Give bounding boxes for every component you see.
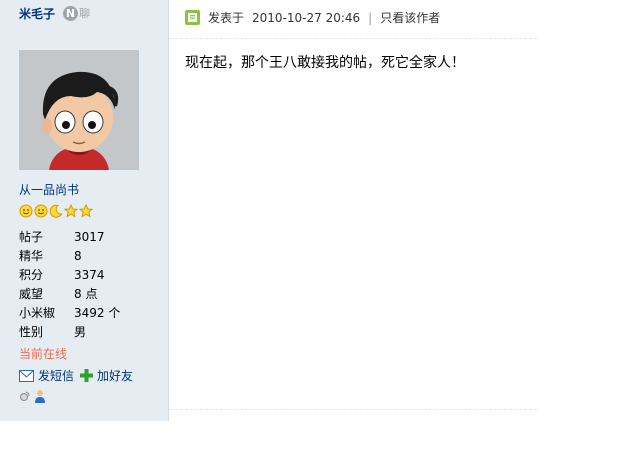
stat-value: 3374 <box>74 267 105 282</box>
footer-divider <box>170 409 537 410</box>
star-icon <box>79 204 93 218</box>
author-sidebar: 米毛子 N 聊 从一品尚书 帖子 3017 精华 8 积分 3374 威望 8 … <box>0 0 169 421</box>
moon-icon <box>49 204 63 218</box>
envelope-icon <box>19 369 34 382</box>
chat-icon[interactable]: N <box>63 5 79 21</box>
add-friend-button[interactable]: 加好友 <box>80 367 133 384</box>
stat-key: 性别 <box>19 325 44 339</box>
stat-value: 8 点 <box>74 287 98 301</box>
stat-value: 8 <box>74 248 82 263</box>
rank-stars <box>19 204 93 218</box>
star-icon <box>64 204 78 218</box>
post-timestamp: 2010-10-27 20:46 <box>252 10 361 25</box>
user-rank: 从一品尚书 <box>19 183 80 197</box>
stat-key: 帖子 <box>19 230 44 244</box>
stat-value: 3017 <box>74 229 105 244</box>
user-icon[interactable] <box>33 389 47 403</box>
meta-separator: | <box>368 10 373 25</box>
stat-key: 积分 <box>19 268 44 282</box>
feed-icon[interactable] <box>19 390 31 402</box>
stat-key: 威望 <box>19 287 44 301</box>
username-row: 米毛子 N 聊 <box>19 4 90 22</box>
stat-row: 积分 3374 <box>19 265 120 284</box>
post-content: 发表于 2010-10-27 20:46 | 只看该作者 现在起，那个王八敢接我… <box>170 0 537 421</box>
extra-icons <box>19 389 47 403</box>
send-message-label: 发短信 <box>38 369 75 383</box>
stat-row: 小米椒 3492 个 <box>19 303 120 322</box>
username-link[interactable]: 米毛子 <box>19 5 55 22</box>
posted-prefix: 发表于 <box>208 11 245 25</box>
plus-icon <box>80 369 94 382</box>
online-icon <box>185 10 200 25</box>
user-stats: 帖子 3017 精华 8 积分 3374 威望 8 点 小米椒 3492 个 性别 男 <box>19 227 120 341</box>
chat-label[interactable]: 聊 <box>79 5 90 21</box>
add-friend-label: 加好友 <box>97 369 134 383</box>
stat-row: 威望 8 点 <box>19 284 120 303</box>
stat-key: 小米椒 <box>19 306 56 320</box>
post-message: 现在起，那个王八敢接我的帖，死它全家人！ <box>185 55 465 71</box>
post-container: 米毛子 N 聊 从一品尚书 帖子 3017 精华 8 积分 3374 威望 8 … <box>0 0 537 421</box>
send-message-button[interactable]: 发短信 <box>19 367 74 384</box>
header-divider <box>170 38 537 39</box>
avatar[interactable] <box>19 50 139 170</box>
user-actions: 发短信 加好友 <box>19 367 139 384</box>
stat-row: 精华 8 <box>19 246 120 265</box>
view-author-only-link[interactable]: 只看该作者 <box>380 9 440 26</box>
online-status: 当前在线 <box>19 347 68 361</box>
stat-row: 性别 男 <box>19 322 120 341</box>
stat-value: 男 <box>74 325 87 339</box>
stat-row: 帖子 3017 <box>19 227 120 246</box>
stat-key: 精华 <box>19 249 44 263</box>
smile-icon <box>34 204 48 218</box>
smile-icon <box>19 204 33 218</box>
stat-value: 3492 个 <box>74 306 121 320</box>
post-meta: 发表于 2010-10-27 20:46 | 只看该作者 <box>185 9 440 26</box>
